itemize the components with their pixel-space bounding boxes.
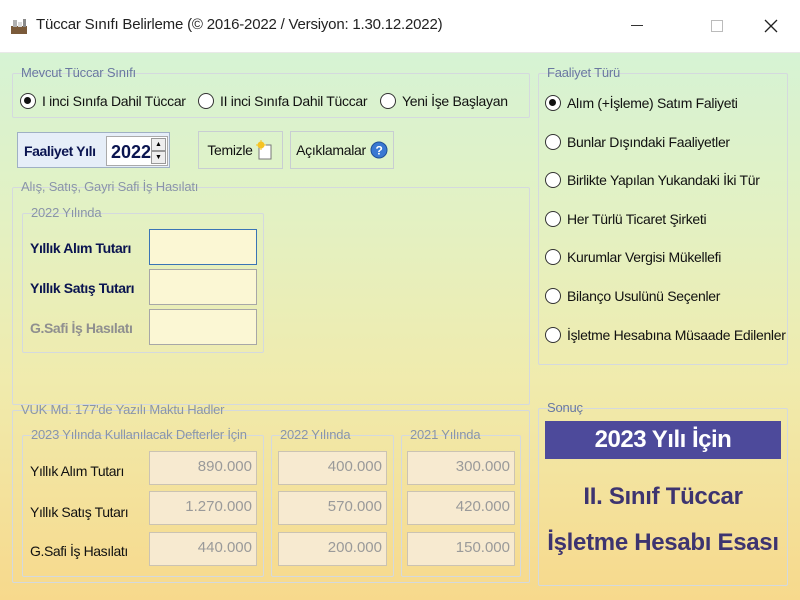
radio-ikinci-sinif[interactable]: II inci Sınıfa Dahil Tüccar (198, 93, 368, 109)
vuk-cell: 420.000 (407, 491, 515, 525)
vuk-cell: 890.000 (149, 451, 257, 485)
svg-text:?: ? (375, 144, 382, 158)
yillik-satis-label: Yıllık Satış Tutarı (30, 280, 135, 296)
temizle-button[interactable]: Temizle (198, 131, 283, 169)
spin-up-icon[interactable]: ▲ (151, 138, 166, 151)
vuk-col-2022-label: 2022 Yılında (280, 427, 351, 442)
hasilat-year-label: 2022 Yılında (31, 205, 102, 220)
radio-diger-faaliyet[interactable]: Bunlar Dışındaki Faaliyetler (545, 134, 730, 150)
radio-yeni-ise[interactable]: Yeni İşe Başlayan (380, 93, 508, 109)
radio-label: Bilanço Usulünü Seçenler (567, 288, 721, 304)
help-icon: ? (370, 141, 388, 159)
radio-label: I inci Sınıfa Dahil Tüccar (42, 93, 186, 109)
temizle-label: Temizle (207, 142, 253, 158)
radio-ticaret-sirketi[interactable]: Her Türlü Ticaret Şirketi (545, 211, 707, 227)
vuk-cell: 440.000 (149, 532, 257, 566)
radio-label: İşletme Hesabına Müsaade Edilenler (567, 327, 786, 343)
radio-dot (198, 93, 214, 109)
vuk-value: 570.000 (327, 498, 382, 515)
vuk-cell: 570.000 (278, 491, 387, 525)
sonuc-label: Sonuç (547, 400, 583, 415)
vuk-col-2021-label: 2021 Yılında (410, 427, 481, 442)
vuk-col-2023-label: 2023 Yılında Kullanılacak Defterler İçin (31, 427, 247, 442)
vuk-value: 1.270.000 (185, 498, 252, 515)
minimize-button[interactable] (610, 0, 664, 52)
result-header-text: 2023 Yılı İçin (594, 426, 732, 453)
radio-dot (380, 93, 396, 109)
close-button[interactable] (744, 0, 798, 52)
radio-label: Birlikte Yapılan Yukandaki İki Tür (567, 172, 760, 188)
faaliyet-yili-value: 2022 (111, 142, 152, 162)
vuk-value: 890.000 (197, 458, 252, 475)
gsafi-hasilat-label: G.Safi İş Hasılatı (30, 320, 133, 336)
radio-label: II inci Sınıfa Dahil Tüccar (220, 93, 368, 109)
yillik-alim-label: Yıllık Alım Tutarı (30, 240, 131, 256)
radio-dot (545, 211, 561, 227)
radio-dot (20, 93, 36, 109)
radio-dot (545, 172, 561, 188)
radio-label: Kurumlar Vergisi Mükellefi (567, 249, 722, 265)
aciklamalar-button[interactable]: Açıklamalar ? (290, 131, 394, 169)
vuk-value: 200.000 (327, 539, 382, 556)
radio-label: Alım (+İşleme) Satım Faliyeti (567, 95, 738, 111)
radio-label: Her Türlü Ticaret Şirketi (567, 211, 707, 227)
vuk-value: 400.000 (327, 458, 382, 475)
result-header: 2023 Yılı İçin (545, 421, 781, 459)
radio-dot (545, 327, 561, 343)
mevcut-sinif-label: Mevcut Tüccar Sınıfı (21, 65, 136, 80)
app-icon (10, 17, 28, 35)
minimize-icon (631, 25, 643, 26)
yillik-satis-input[interactable] (149, 269, 257, 305)
vuk-value: 420.000 (455, 498, 510, 515)
radio-label: Bunlar Dışındaki Faaliyetler (567, 134, 730, 150)
faaliyet-yili-box: Faaliyet Yılı 2022 ▲ ▼ (17, 132, 170, 168)
vuk-cell: 400.000 (278, 451, 387, 485)
radio-alim-satim[interactable]: Alım (+İşleme) Satım Faliyeti (545, 95, 738, 111)
vuk-value: 440.000 (197, 539, 252, 556)
radio-dot (545, 249, 561, 265)
maximize-icon (711, 20, 723, 32)
radio-birinci-sinif[interactable]: I inci Sınıfa Dahil Tüccar (20, 93, 186, 109)
aciklamalar-label: Açıklamalar (296, 142, 366, 158)
radio-isletme[interactable]: İşletme Hesabına Müsaade Edilenler (545, 327, 786, 343)
radio-bilanco[interactable]: Bilanço Usulünü Seçenler (545, 288, 720, 304)
year-spinner[interactable]: ▲ ▼ (151, 138, 166, 164)
yillik-alim-input[interactable] (149, 229, 257, 265)
new-document-icon (255, 140, 272, 160)
window-title: Tüccar Sınıfı Belirleme (© 2016-2022 / V… (36, 16, 443, 33)
spin-down-icon[interactable]: ▼ (151, 151, 166, 164)
vuk-row-label: G.Safi İş Hasılatı (30, 543, 128, 559)
hasilat-label: Alış, Satış, Gayri Safi İş Hasılatı (21, 179, 199, 194)
radio-dot (545, 288, 561, 304)
faaliyet-yili-input[interactable]: 2022 ▲ ▼ (106, 136, 168, 166)
vuk-cell: 300.000 (407, 451, 515, 485)
vuk-row-label: Yıllık Alım Tutarı (30, 463, 124, 479)
client-area: Mevcut Tüccar Sınıfı I inci Sınıfa Dahil… (0, 52, 800, 600)
result-class: II. Sınıf Tüccar (583, 483, 743, 510)
close-icon (764, 19, 778, 33)
vuk-value: 150.000 (455, 539, 510, 556)
vuk-label: VUK Md. 177'de Yazılı Maktu Hadler (21, 402, 225, 417)
title-bar: Tüccar Sınıfı Belirleme (© 2016-2022 / V… (0, 0, 800, 52)
faaliyet-yili-label: Faaliyet Yılı (24, 143, 96, 159)
radio-label: Yeni İşe Başlayan (402, 93, 508, 109)
gsafi-hasilat-input[interactable] (149, 309, 257, 345)
radio-dot (545, 95, 561, 111)
vuk-cell: 150.000 (407, 532, 515, 566)
vuk-value: 300.000 (455, 458, 510, 475)
maximize-button[interactable] (690, 0, 744, 52)
result-method: İşletme Hesabı Esası (547, 529, 779, 556)
radio-birlikte[interactable]: Birlikte Yapılan Yukandaki İki Tür (545, 172, 760, 188)
radio-kurumlar[interactable]: Kurumlar Vergisi Mükellefi (545, 249, 721, 265)
vuk-row-label: Yıllık Satış Tutarı (30, 504, 129, 520)
radio-dot (545, 134, 561, 150)
vuk-cell: 1.270.000 (149, 491, 257, 525)
vuk-cell: 200.000 (278, 532, 387, 566)
faaliyet-turu-label: Faaliyet Türü (547, 65, 621, 80)
